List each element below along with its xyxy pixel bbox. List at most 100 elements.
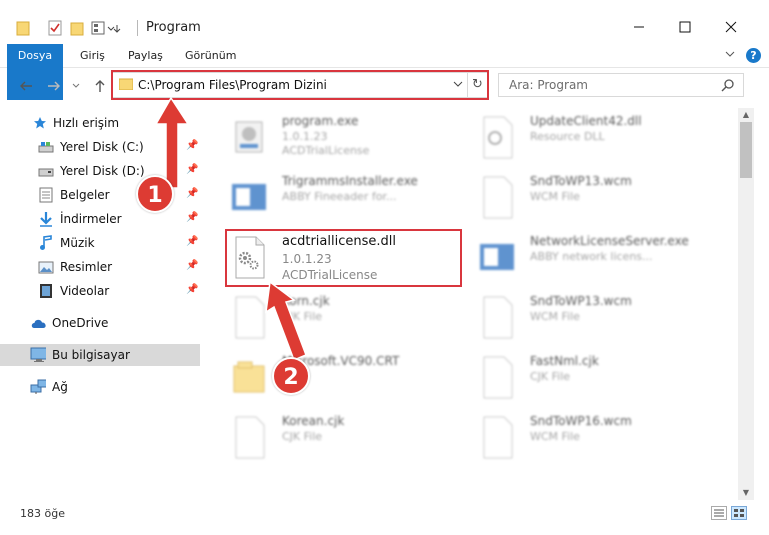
up-button[interactable] [90, 76, 110, 96]
file-name: TrigrammsInstaller.exe [282, 174, 418, 188]
vertical-scrollbar[interactable]: ▲ ▼ [738, 108, 754, 500]
file-name: FastNml.cjk [530, 354, 599, 368]
file-icon [478, 294, 516, 340]
minimize-button[interactable] [616, 12, 662, 42]
file-description: ABBY network licens... [530, 250, 653, 263]
status-bar: 183 öğe [0, 503, 769, 525]
search-box[interactable]: Ara: Program [498, 73, 744, 97]
arrow-2-icon [265, 280, 307, 361]
nav-music[interactable]: Müzik 📌 [0, 232, 200, 254]
details-view-icon[interactable] [711, 506, 727, 520]
recent-locations-button[interactable] [66, 76, 86, 96]
large-icons-view-icon[interactable] [731, 506, 747, 520]
file-item[interactable]: SndToWP13.wcm WCM File [478, 290, 728, 346]
tab-view[interactable]: Görünüm [185, 44, 236, 68]
file-type: Resource DLL [530, 130, 605, 143]
file-name: SndToWP13.wcm [530, 174, 632, 188]
file-icon [478, 354, 516, 400]
back-button[interactable] [16, 76, 36, 96]
ribbon-tabs: Dosya Giriş Paylaş Görünüm ? [0, 44, 769, 100]
cloud-icon [30, 315, 46, 331]
search-placeholder[interactable]: Ara: Program [509, 78, 588, 92]
file-item[interactable]: FastNml.cjk CJK File [478, 350, 728, 406]
search-icon[interactable] [721, 78, 735, 95]
step-marker-2: 2 [272, 357, 310, 395]
drive-icon [38, 139, 54, 155]
drive-icon [38, 163, 54, 179]
pin-icon[interactable]: 📌 [186, 236, 198, 247]
music-icon [38, 235, 54, 251]
file-item[interactable]: Korean.cjk CJK File [230, 410, 460, 466]
nav-label: Yerel Disk (C:) [60, 140, 144, 154]
file-icon [478, 414, 516, 460]
file-item[interactable]: SndToWP16.wcm WCM File [478, 410, 728, 466]
nav-onedrive[interactable]: OneDrive [0, 312, 200, 334]
file-name: program.exe [282, 114, 359, 128]
step-marker-1: 1 [136, 175, 174, 213]
file-name: SndToWP13.wcm [530, 294, 632, 308]
file-item[interactable]: TrigrammsInstaller.exe ABBY Fineeader fo… [230, 170, 460, 226]
nav-label: Bu bilgisayar [52, 348, 130, 362]
help-icon[interactable]: ? [746, 48, 761, 63]
file-name: UpdateClient42.dll [530, 114, 642, 128]
expand-ribbon-icon[interactable] [724, 49, 736, 63]
file-description: ABBY Fineeader for... [282, 190, 397, 203]
tab-home[interactable]: Giriş [80, 44, 105, 68]
file-version: 1.0.1.23 [282, 130, 328, 143]
file-item[interactable]: NetworkLicenseServer.exe ABBY network li… [478, 230, 728, 286]
pin-icon[interactable]: 📌 [186, 284, 198, 295]
file-item[interactable]: SndToWP13.wcm WCM File [478, 170, 728, 226]
dll-icon [478, 114, 516, 160]
file-name: SndToWP16.wcm [530, 414, 632, 428]
nav-label: Yerel Disk (D:) [60, 164, 145, 178]
server-icon [478, 234, 516, 280]
new-folder-icon[interactable] [70, 18, 84, 38]
file-name: Korean.cjk [282, 414, 345, 428]
nav-label: Ağ [52, 380, 68, 394]
nav-label: İndirmeler [60, 212, 122, 226]
file-item[interactable]: UpdateClient42.dll Resource DLL [478, 110, 728, 166]
nav-network[interactable]: Ağ [0, 376, 200, 398]
file-description: ACDTrialLicense [282, 144, 370, 157]
close-button[interactable] [708, 12, 754, 42]
forward-button[interactable] [44, 76, 64, 96]
download-icon [38, 211, 54, 227]
file-type: CJK File [530, 370, 571, 383]
file-name: NetworkLicenseServer.exe [530, 234, 689, 248]
tab-share[interactable]: Paylaş [128, 44, 163, 68]
nav-downloads[interactable]: İndirmeler 📌 [0, 208, 200, 230]
picture-icon [38, 259, 54, 275]
scroll-up-icon[interactable]: ▲ [738, 108, 754, 122]
exe-icon [230, 114, 268, 160]
file-item[interactable]: program.exe 1.0.1.23 ACDTrialLicense [230, 110, 460, 166]
file-type: WCM File [530, 310, 580, 323]
star-icon [32, 115, 48, 131]
window-title: Program [146, 20, 201, 35]
file-highlight [225, 229, 462, 287]
installer-icon [230, 174, 268, 220]
title-separator [137, 20, 138, 36]
nav-this-pc[interactable]: Bu bilgisayar [0, 344, 200, 366]
nav-label: Müzik [60, 236, 95, 250]
file-icon [478, 174, 516, 220]
scroll-down-icon[interactable]: ▼ [738, 486, 754, 500]
scrollbar-thumb[interactable] [740, 122, 752, 178]
nav-label: Hızlı erişim [53, 116, 120, 130]
file-type: WCM File [530, 430, 580, 443]
nav-pictures[interactable]: Resimler 📌 [0, 256, 200, 278]
nav-videos[interactable]: Videolar 📌 [0, 280, 200, 302]
nav-label: OneDrive [52, 316, 109, 330]
folder-icon [16, 18, 30, 38]
nav-label: Belgeler [60, 188, 110, 202]
title-bar: Program [0, 0, 769, 44]
file-icon [230, 414, 268, 460]
computer-icon [30, 347, 46, 363]
pin-icon[interactable]: 📌 [186, 260, 198, 271]
maximize-button[interactable] [662, 12, 708, 42]
view-menu-icon[interactable] [91, 18, 121, 38]
nav-label: Resimler [60, 260, 113, 274]
file-type: CJK File [282, 430, 323, 443]
properties-icon[interactable] [48, 18, 62, 38]
pin-icon[interactable]: 📌 [186, 212, 198, 223]
network-icon [30, 379, 46, 395]
